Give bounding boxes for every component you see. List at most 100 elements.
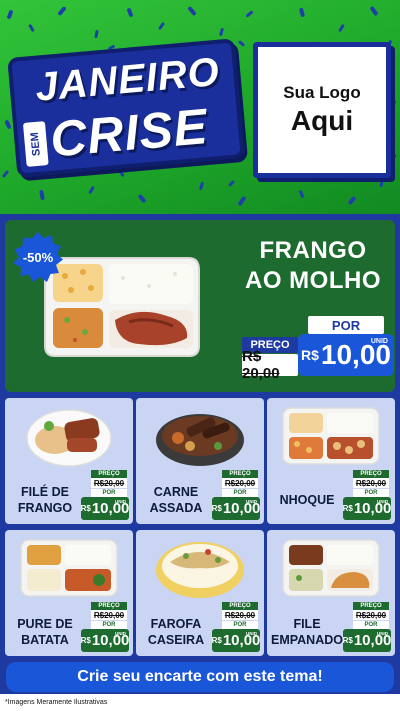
confetti-piece xyxy=(137,193,147,204)
product-card[interactable]: FILÉ DE FRANGO PREÇO R$20,00 POR R$ 10,0… xyxy=(5,398,133,524)
currency: R$ xyxy=(80,504,91,513)
old-price: R$20,00 xyxy=(222,610,258,620)
create-flyer-button[interactable]: Crie seu encarte com este tema! xyxy=(6,662,394,692)
currency: R$ xyxy=(342,504,353,513)
confetti-piece xyxy=(39,189,45,201)
hero-offer[interactable]: -50% FRANGO AO MOLHO PREÇO R$ 20,00 POR … xyxy=(5,220,395,392)
preco-label: PREÇO xyxy=(91,602,127,610)
plate-filet-image xyxy=(26,409,112,467)
disclaimer-text: *Imagens Meramente Ilustrativas xyxy=(0,694,400,711)
title-badge: JANEIRO SEM CRISE xyxy=(7,38,245,178)
new-price: R$ 10,00 UNID xyxy=(81,629,129,652)
confetti-piece xyxy=(1,169,10,179)
product-card[interactable]: PURE DE BATATA PREÇO R$20,00 POR R$ 10,0… xyxy=(5,530,133,656)
currency: R$ xyxy=(211,504,222,513)
hero-new-price: R$ 10,00 UNID xyxy=(298,334,394,376)
product-card[interactable]: FAROFA CASEIRA PREÇO R$20,00 POR R$ 10,0… xyxy=(136,530,264,656)
product-name-line2: FRANGO xyxy=(17,501,73,515)
unit: UNID xyxy=(377,631,388,636)
confetti-piece xyxy=(28,23,35,33)
preco-label: PREÇO xyxy=(222,602,258,610)
hero-name-line2: AO MOLHO xyxy=(245,267,381,294)
preco-label: PREÇO xyxy=(222,470,258,478)
product-name-line2: BATATA xyxy=(21,633,69,647)
por-label: POR xyxy=(353,489,389,497)
unit: UNID xyxy=(377,499,388,504)
product-card[interactable]: CARNE ASSADA PREÇO R$20,00 POR R$ 10,00 … xyxy=(136,398,264,524)
confetti-piece xyxy=(199,181,204,191)
product-name: FILÉ DE FRANGO xyxy=(9,484,81,516)
por-label: POR xyxy=(353,621,389,629)
unit: UNID xyxy=(115,631,126,636)
product-name: PURE DE BATATA xyxy=(9,616,81,648)
bowl-meat-image xyxy=(156,414,244,466)
product-name-line1: FAROFA xyxy=(150,617,202,631)
new-price: R$ 10,00 UNID xyxy=(212,629,260,652)
hero-currency: R$ xyxy=(301,347,319,363)
confetti-piece xyxy=(347,195,357,206)
product-card[interactable]: NHOQUE PREÇO R$20,00 POR R$ 10,00 UNID xyxy=(267,398,395,524)
confetti-piece xyxy=(298,7,306,18)
product-name-line1: NHOQUE xyxy=(279,493,335,507)
old-price: R$20,00 xyxy=(353,478,389,488)
confetti-piece xyxy=(237,195,247,207)
product-card[interactable]: FILE EMPANADO PREÇO R$20,00 POR R$ 10,00… xyxy=(267,530,395,656)
confetti-piece xyxy=(118,169,125,178)
hero-unit: UNID xyxy=(370,338,388,345)
confetti-piece xyxy=(369,5,379,17)
hero-product-name: FRANGO AO MOLHO xyxy=(233,236,393,296)
hero-name-line1: FRANGO xyxy=(259,237,367,264)
product-name-line1: PURE DE xyxy=(17,617,73,631)
logo-line1: Sua Logo xyxy=(283,83,361,102)
preco-label: PREÇO xyxy=(91,470,127,478)
confetti-piece xyxy=(219,27,224,37)
confetti-piece xyxy=(245,10,254,18)
por-label: POR xyxy=(222,489,258,497)
main-section: -50% FRANGO AO MOLHO PREÇO R$ 20,00 POR … xyxy=(0,214,400,711)
bowl-farofa-image xyxy=(156,542,244,598)
confetti-piece xyxy=(6,9,14,20)
product-name: NHOQUE xyxy=(271,492,343,508)
product-name-line1: FILE xyxy=(293,617,321,631)
confetti-piece xyxy=(237,40,246,47)
tray-gnocchi-image xyxy=(282,407,380,465)
confetti-piece xyxy=(379,179,384,188)
currency: R$ xyxy=(342,636,353,645)
por-label: POR xyxy=(91,621,127,629)
confetti-piece xyxy=(187,5,197,17)
product-name-line2: EMPANADO xyxy=(271,633,343,647)
hero-por-label: POR xyxy=(308,316,384,334)
old-price: R$20,00 xyxy=(353,610,389,620)
product-name-line1: CARNE xyxy=(153,485,199,499)
tray-breaded-image xyxy=(282,539,380,597)
confetti-piece xyxy=(88,185,95,195)
confetti-piece xyxy=(298,189,305,199)
logo-placeholder[interactable]: Sua Logo Aqui xyxy=(253,42,391,178)
currency: R$ xyxy=(80,636,91,645)
confetti-piece xyxy=(390,99,397,109)
old-price: R$20,00 xyxy=(91,478,127,488)
title-sem: SEM xyxy=(22,121,49,167)
old-price: R$20,00 xyxy=(91,610,127,620)
new-price: R$ 10,00 UNID xyxy=(343,629,391,652)
logo-line2: Aqui xyxy=(290,105,354,136)
confetti-piece xyxy=(227,179,236,188)
confetti-piece xyxy=(94,29,99,39)
header-banner: JANEIRO SEM CRISE Sua Logo Aqui xyxy=(0,0,400,214)
product-name-line2: CASEIRA xyxy=(147,633,205,647)
new-price: R$ 10,00 UNID xyxy=(343,497,391,520)
new-price: R$ 10,00 UNID xyxy=(81,497,129,520)
confetti-piece xyxy=(4,119,12,130)
product-name: FILE EMPANADO xyxy=(271,616,343,648)
product-name-line1: FILÉ DE xyxy=(21,485,69,499)
confetti-piece xyxy=(338,23,345,33)
por-label: POR xyxy=(91,489,127,497)
confetti-piece xyxy=(126,7,134,18)
por-label: POR xyxy=(222,621,258,629)
unit: UNID xyxy=(246,631,257,636)
new-price: R$ 10,00 UNID xyxy=(212,497,260,520)
preco-label: PREÇO xyxy=(353,602,389,610)
product-name: CARNE ASSADA xyxy=(140,484,212,516)
preco-label: PREÇO xyxy=(353,470,389,478)
tray-puree-image xyxy=(20,539,118,597)
